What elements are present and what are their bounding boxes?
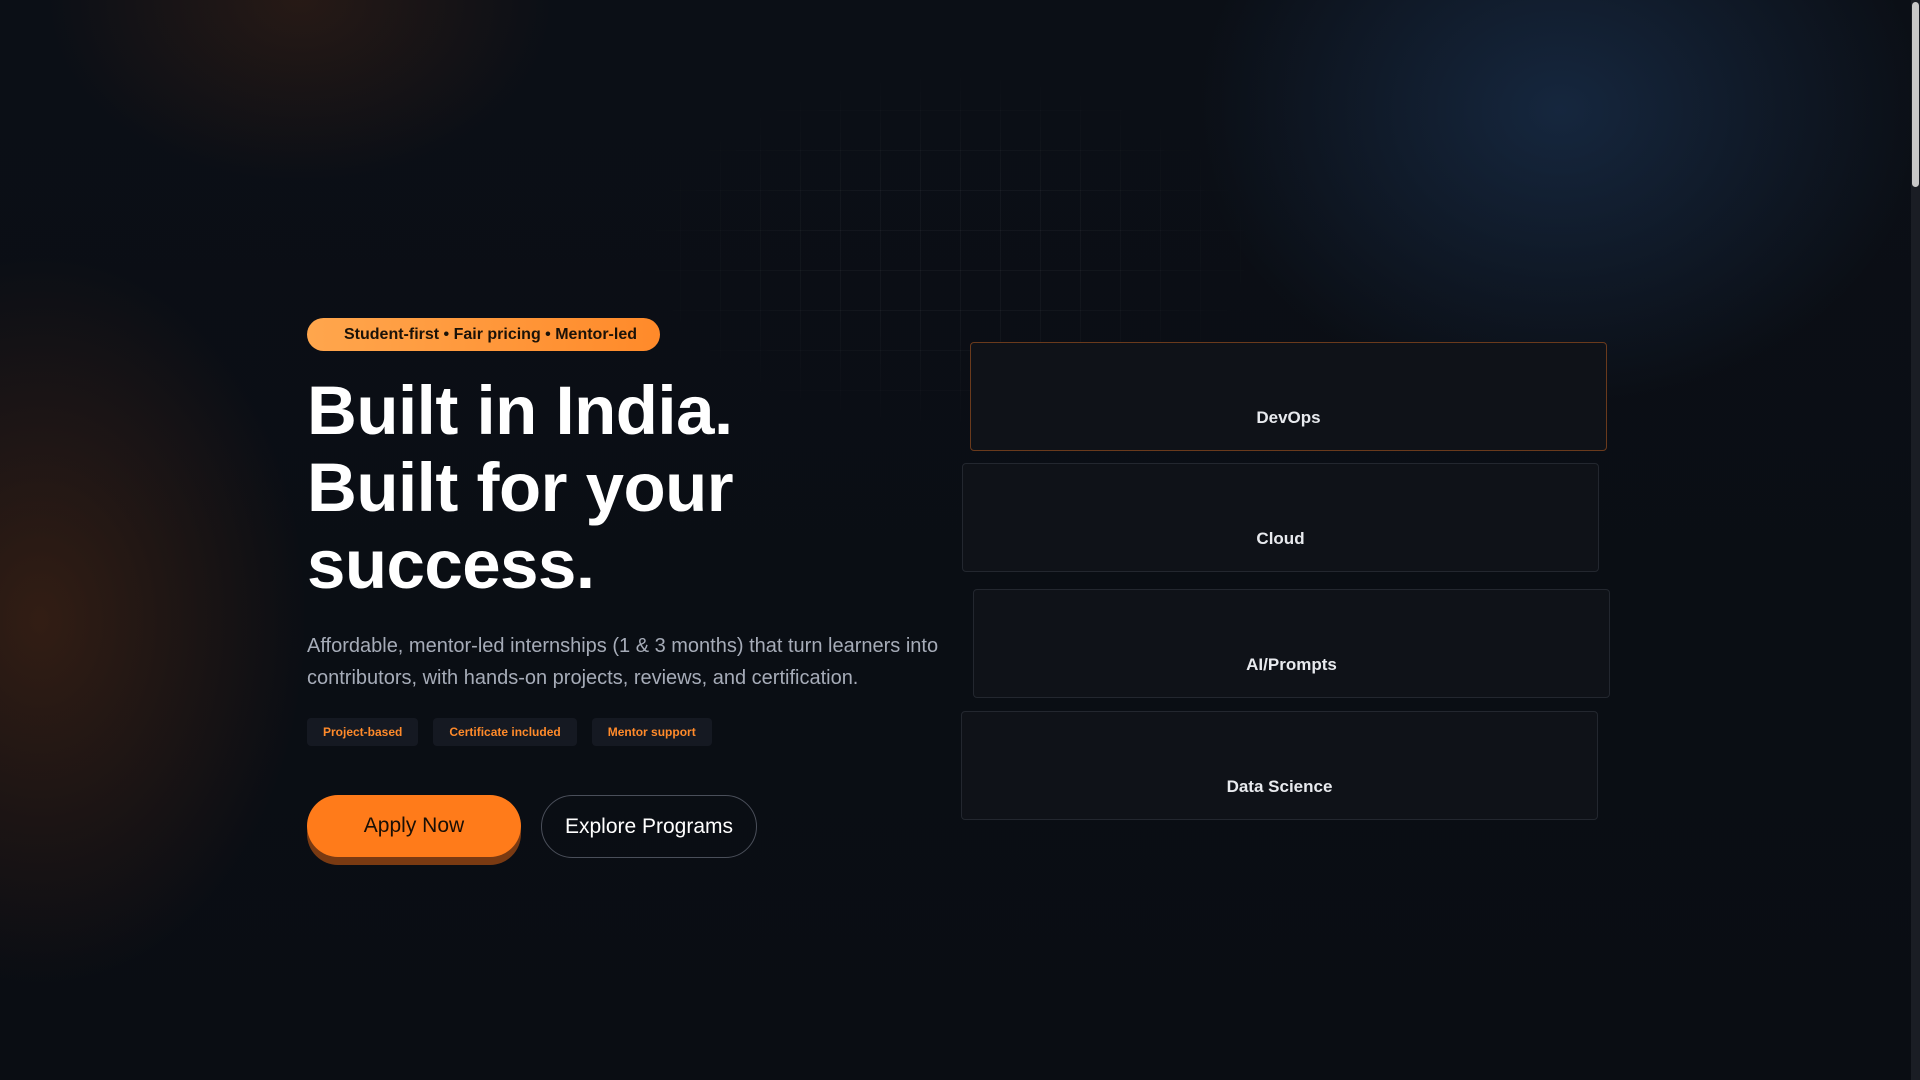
program-card-label: DevOps [1256,408,1321,427]
scrollbar-thumb[interactable] [1912,2,1919,187]
program-card-label: Data Science [1226,777,1333,796]
page-scrollbar[interactable] [1911,0,1920,1080]
headline-line-1: Built in India. [307,372,733,449]
feature-tags: Project-based Certificate included Mento… [307,718,712,746]
hero-description: Affordable, mentor-led internships (1 & … [307,635,939,689]
apply-now-button[interactable]: Apply Now [307,795,521,857]
program-card-data-science[interactable]: Data Science [961,711,1598,820]
headline-line-3: success. [307,526,595,603]
program-card-ai-prompts[interactable]: AI/Prompts [973,589,1610,698]
hero-badge: Student-first • Fair pricing • Mentor-le… [307,318,660,351]
landing-page: Student-first • Fair pricing • Mentor-le… [0,0,1920,1080]
headline-line-2: Built for your [307,449,734,526]
program-card-devops[interactable]: DevOps [970,342,1607,451]
explore-programs-button[interactable]: Explore Programs [541,795,757,858]
program-card-cloud[interactable]: Cloud [962,463,1599,572]
hero-headline: Built in India. Built for your success. [307,372,734,603]
tag-mentor-support: Mentor support [591,718,712,746]
tag-project-based: Project-based [307,718,419,746]
program-card-label: Cloud [1256,529,1305,548]
tag-certificate-included: Certificate included [433,718,577,746]
program-card-label: AI/Prompts [1246,655,1337,674]
